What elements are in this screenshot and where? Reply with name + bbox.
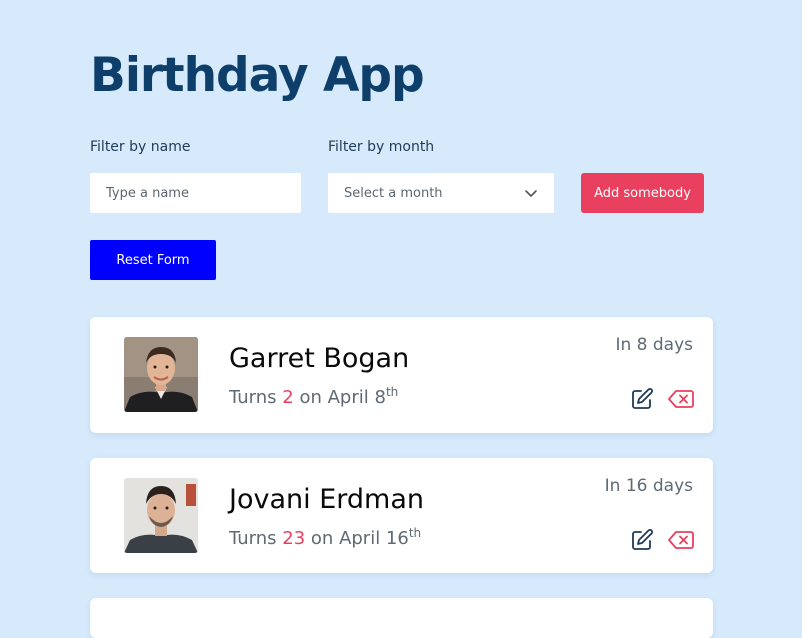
page-title: Birthday App — [90, 48, 425, 103]
turns-label: Turns — [229, 387, 277, 408]
delete-icon[interactable] — [668, 389, 694, 409]
reset-form-button[interactable]: Reset Form — [90, 240, 216, 280]
avatar — [124, 478, 198, 553]
person-name: Garret Bogan — [229, 343, 410, 374]
age-value: 2 — [282, 387, 294, 408]
avatar — [124, 337, 198, 412]
edit-icon[interactable] — [630, 387, 654, 411]
person-name: Jovani Erdman — [229, 484, 424, 515]
birthday-date: on April 8 — [299, 387, 386, 408]
birthday-info: Turns 2 on April 8th — [229, 379, 398, 411]
birthday-card: Jovani Erdman Turns 23 on April 16th In … — [90, 458, 713, 573]
month-filter-select[interactable]: Select a month — [328, 173, 554, 213]
birthday-date: on April 16 — [310, 528, 409, 549]
birthday-card — [90, 598, 713, 638]
days-until: In 8 days — [615, 335, 693, 355]
birthday-info: Turns 23 on April 16th — [229, 520, 421, 552]
name-filter-input[interactable] — [90, 173, 301, 213]
add-somebody-button[interactable]: Add somebody — [581, 173, 704, 213]
edit-icon[interactable] — [630, 528, 654, 552]
date-ordinal: th — [408, 526, 422, 540]
delete-icon[interactable] — [668, 530, 694, 550]
turns-label: Turns — [229, 528, 277, 549]
month-select-value: Select a month — [344, 185, 443, 201]
month-filter-label: Filter by month — [328, 139, 435, 155]
chevron-down-icon — [525, 190, 537, 197]
age-value: 23 — [282, 528, 306, 549]
name-filter-label: Filter by name — [90, 139, 191, 155]
date-ordinal: th — [385, 385, 399, 399]
days-until: In 16 days — [604, 476, 693, 496]
birthday-card: Garret Bogan Turns 2 on April 8th In 8 d… — [90, 317, 713, 433]
